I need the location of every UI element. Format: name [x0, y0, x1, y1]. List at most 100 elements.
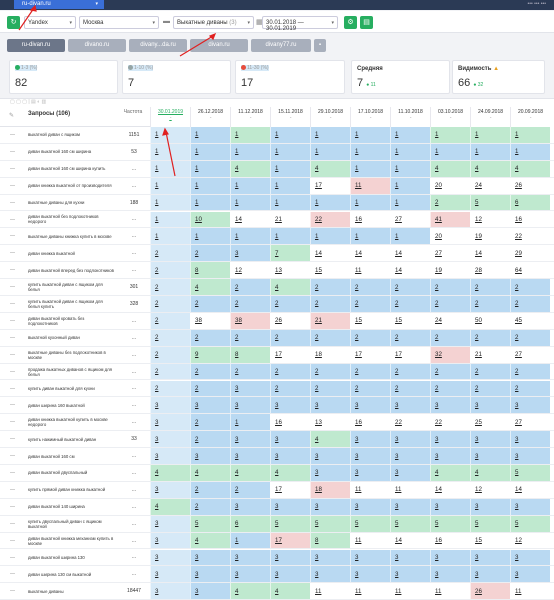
position-cell[interactable]: 3 [310, 549, 350, 566]
position-cell[interactable]: 3 [350, 465, 390, 481]
position-value[interactable]: 11 [355, 267, 361, 274]
query-text[interactable]: выкатной диван с ящиком [28, 127, 114, 143]
position-value[interactable]: 2 [515, 334, 518, 341]
position-value[interactable]: 1 [355, 199, 358, 206]
position-cell[interactable]: 4 [310, 160, 350, 177]
position-value[interactable]: 17 [315, 182, 322, 189]
position-cell[interactable]: 2 [190, 481, 230, 498]
position-value[interactable]: 14 [315, 250, 322, 257]
position-value[interactable]: 5 [515, 469, 518, 476]
position-value[interactable]: 19 [435, 267, 442, 274]
position-value[interactable]: 1 [315, 199, 318, 206]
position-value[interactable]: 2 [155, 250, 158, 257]
position-cell[interactable]: 2 [350, 380, 390, 397]
position-value[interactable]: 12 [235, 267, 242, 274]
position-cell[interactable]: 2 [190, 498, 230, 515]
position-value[interactable]: 38 [235, 317, 242, 324]
position-cell[interactable]: 2 [190, 414, 230, 431]
position-value[interactable]: 17 [395, 351, 402, 358]
position-cell[interactable]: 2 [150, 380, 190, 397]
tab-competitor-1[interactable]: divano.ru [68, 39, 126, 52]
position-value[interactable]: 5 [275, 520, 278, 527]
position-cell[interactable]: 2 [350, 296, 390, 312]
position-cell[interactable]: 3 [510, 566, 550, 583]
position-value[interactable]: 1 [155, 233, 158, 240]
position-cell[interactable]: 5 [470, 515, 510, 532]
position-value[interactable]: 2 [475, 284, 478, 291]
position-value[interactable]: 26 [515, 182, 522, 189]
position-cell[interactable]: 2 [150, 329, 190, 346]
position-value[interactable]: 2 [355, 300, 358, 307]
position-value[interactable]: 3 [155, 571, 158, 578]
query-text[interactable]: диван выкатной ширина 130 [28, 550, 114, 566]
row-toggle[interactable]: — [10, 397, 15, 414]
position-value[interactable]: 1 [395, 148, 398, 155]
position-cell[interactable]: 1 [150, 177, 190, 194]
position-cell[interactable]: 2 [190, 363, 230, 380]
position-value[interactable]: 32 [435, 351, 442, 358]
position-cell[interactable]: 3 [470, 566, 510, 583]
position-value[interactable]: 4 [195, 284, 198, 291]
position-value[interactable]: 3 [395, 402, 398, 409]
position-cell[interactable]: 2 [350, 363, 390, 380]
position-value[interactable]: 3 [515, 503, 518, 510]
position-cell[interactable]: 6 [510, 194, 550, 211]
position-cell[interactable]: 2 [510, 380, 550, 397]
position-value[interactable]: 5 [395, 520, 398, 527]
position-value[interactable]: 3 [155, 419, 158, 426]
position-value[interactable]: 50 [475, 317, 482, 324]
position-value[interactable]: 64 [515, 267, 522, 274]
date-column-header[interactable]: 29.10.2018 ◔ [310, 107, 350, 127]
position-cell[interactable]: 14 [230, 211, 270, 228]
position-cell[interactable]: 3 [390, 465, 430, 481]
position-cell[interactable]: 27 [510, 414, 550, 431]
position-value[interactable]: 3 [275, 402, 278, 409]
position-cell[interactable]: 5 [190, 515, 230, 532]
position-cell[interactable]: 14 [390, 245, 430, 262]
position-cell[interactable]: 3 [190, 583, 230, 600]
position-cell[interactable]: 26 [470, 583, 510, 600]
row-toggle[interactable]: — [10, 144, 15, 161]
position-value[interactable]: 3 [435, 554, 438, 561]
position-cell[interactable]: 3 [390, 498, 430, 515]
position-cell[interactable]: 3 [230, 498, 270, 515]
position-value[interactable]: 3 [235, 250, 238, 257]
position-cell[interactable]: 1 [390, 177, 430, 194]
query-text[interactable]: диван ширина 130 см выкатной [28, 566, 114, 582]
queries-header[interactable]: Запросы (106) [28, 111, 70, 117]
position-cell[interactable]: 13 [310, 414, 350, 431]
position-value[interactable]: 11 [515, 588, 521, 595]
position-cell[interactable]: 3 [270, 431, 310, 448]
position-cell[interactable]: 5 [510, 515, 550, 532]
position-cell[interactable]: 3 [230, 566, 270, 583]
query-text[interactable]: купить прямой диван книжка выкатной [28, 482, 114, 498]
position-cell[interactable]: 8 [190, 262, 230, 279]
position-cell[interactable]: 3 [190, 448, 230, 464]
position-value[interactable]: 14 [475, 250, 482, 257]
position-cell[interactable]: 1 [470, 127, 510, 143]
position-cell[interactable]: 20 [430, 177, 470, 194]
position-value[interactable]: 2 [435, 284, 438, 291]
position-value[interactable]: 16 [355, 216, 362, 223]
position-value[interactable]: 2 [315, 300, 318, 307]
position-value[interactable]: 2 [275, 334, 278, 341]
position-value[interactable]: 11 [435, 588, 441, 595]
position-value[interactable]: 3 [235, 402, 238, 409]
position-value[interactable]: 1 [195, 148, 198, 155]
position-cell[interactable]: 24 [430, 312, 470, 329]
tab-project[interactable]: ru-divan.ru [7, 39, 65, 52]
position-cell[interactable]: 1 [350, 143, 390, 160]
position-value[interactable]: 3 [275, 571, 278, 578]
position-value[interactable]: 12 [515, 537, 522, 544]
position-value[interactable]: 25 [475, 419, 482, 426]
position-cell[interactable]: 1 [390, 143, 430, 160]
position-cell[interactable]: 2 [390, 279, 430, 295]
position-cell[interactable]: 2 [310, 279, 350, 295]
position-cell[interactable]: 3 [190, 566, 230, 583]
position-value[interactable]: 3 [395, 453, 398, 460]
position-cell[interactable]: 4 [230, 160, 270, 177]
position-value[interactable]: 2 [315, 284, 318, 291]
position-cell[interactable]: 1 [390, 127, 430, 143]
position-cell[interactable]: 2 [470, 296, 510, 312]
position-value[interactable]: 3 [155, 520, 158, 527]
